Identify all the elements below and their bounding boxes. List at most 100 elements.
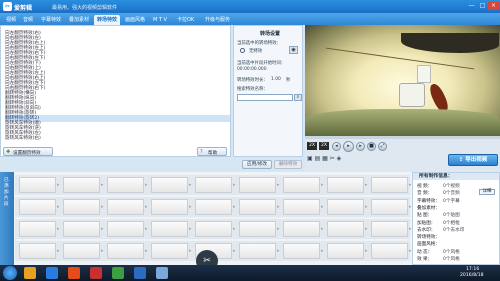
clip-slot[interactable]	[151, 243, 188, 259]
tab-karaoke[interactable]: 卡拉OK	[174, 15, 197, 25]
clip-slot[interactable]	[371, 177, 408, 193]
clip-slot[interactable]	[151, 221, 188, 237]
delete-effect-button[interactable]: 删除特效	[274, 160, 302, 169]
clip-slot[interactable]	[327, 199, 364, 215]
tab-audio[interactable]: 音频	[20, 15, 36, 25]
clip-slot[interactable]	[151, 199, 188, 215]
firefox-icon[interactable]	[68, 267, 80, 279]
forward-icon[interactable]: ▸	[356, 142, 365, 151]
minimize-button[interactable]: —	[466, 2, 477, 10]
tab-video[interactable]: 视频	[3, 15, 19, 25]
clip-slot[interactable]	[151, 177, 188, 193]
tab-subtitle-effects[interactable]: 字幕特效	[38, 15, 64, 25]
rewind-icon[interactable]: ◂	[332, 142, 341, 151]
clip-slot[interactable]	[63, 177, 100, 193]
close-button[interactable]: ×	[488, 2, 499, 10]
arrow-right-icon: ▸	[57, 226, 60, 232]
tab-upgrade[interactable]: 升级与服务	[202, 15, 233, 25]
shirt	[399, 83, 425, 107]
start-button-icon[interactable]	[3, 266, 17, 280]
clip-slot[interactable]	[19, 177, 56, 193]
clip-slot[interactable]	[283, 177, 320, 193]
clip-slot[interactable]	[327, 243, 364, 259]
export-icon: ⇪	[458, 157, 464, 163]
clip-slot[interactable]	[239, 221, 276, 237]
tab-overlay[interactable]: 叠加素材	[66, 15, 92, 25]
selected-effect-value: 无特效	[249, 49, 263, 54]
play-icon[interactable]: ▸	[343, 141, 354, 152]
clip-slot[interactable]	[63, 243, 100, 259]
clip-slot[interactable]	[19, 221, 56, 237]
arrow-right-icon: ▸	[57, 248, 60, 254]
player-controls: 2X 2X ◂ ▸ ▸ ■ ⤢ ▣ ▤ ▦ ✂ ◈ ⇪ 导出视频	[305, 139, 500, 172]
timeline-side-tab[interactable]: 已添加片段	[0, 172, 14, 265]
tab-transitions[interactable]: 转场特效	[94, 15, 121, 25]
clip-slot[interactable]	[371, 221, 408, 237]
duration-value[interactable]: 1.00	[271, 77, 281, 82]
timeline-row: ▸ ▸ ▸ ▸ ▸ ▸ ▸ ▸ ▸	[15, 175, 412, 195]
clip-slot[interactable]	[107, 199, 144, 215]
no-effect-radio[interactable]	[240, 48, 245, 53]
clip-slot[interactable]	[283, 243, 320, 259]
detail-button[interactable]: 详细	[479, 189, 495, 196]
clip-slot[interactable]	[239, 243, 276, 259]
arrow-right-icon: ▸	[189, 248, 192, 254]
browser-icon[interactable]	[46, 267, 58, 279]
info-label: 画面风格：	[417, 242, 440, 248]
clock-time: 17:16	[466, 267, 480, 272]
settings-title: 转场设置	[260, 31, 281, 37]
clip-slot[interactable]	[283, 199, 320, 215]
search-label: 搜索特效名称：	[237, 87, 268, 92]
add-transition-label: 设置翻页特效	[13, 151, 41, 156]
info-value: 0个字幕	[443, 198, 460, 204]
info-value: 0个音频	[443, 191, 460, 197]
aijianji-icon[interactable]	[156, 267, 168, 279]
arrow-right-icon: ▸	[101, 204, 104, 210]
maximize-button[interactable]: □	[477, 2, 488, 10]
app-icon[interactable]	[134, 267, 146, 279]
selected-effect-label: 当前选中的转场特效：	[237, 41, 281, 46]
clip-slot[interactable]	[63, 221, 100, 237]
apply-button[interactable]: 应用/修改	[242, 160, 272, 169]
clip-slot[interactable]	[107, 177, 144, 193]
add-transition-button[interactable]: ✚ 设置翻页特效	[3, 147, 53, 156]
search-icon[interactable]: ⌕	[294, 94, 302, 101]
preview-eye-icon[interactable]: ◉	[289, 46, 298, 54]
clip-slot[interactable]	[107, 221, 144, 237]
clip-slot[interactable]	[327, 177, 364, 193]
fullscreen-icon[interactable]: ⤢	[378, 142, 387, 151]
clip-slot[interactable]	[195, 177, 232, 193]
transition-item[interactable]: 旋转风车特效(右)	[5, 135, 230, 142]
duration-unit: 秒	[286, 78, 291, 83]
zoom-level[interactable]: 2X	[307, 142, 317, 150]
clip-slot[interactable]	[283, 221, 320, 237]
stop-icon[interactable]: ■	[367, 142, 376, 151]
info-value: 0个风格	[443, 257, 460, 262]
clip-slot[interactable]	[327, 221, 364, 237]
clip-slot[interactable]	[239, 177, 276, 193]
clip-slot[interactable]	[63, 199, 100, 215]
arrow-right-icon: ▸	[365, 182, 368, 188]
help-button[interactable]: ? 帮助	[197, 147, 227, 156]
chat-icon[interactable]	[112, 267, 124, 279]
clip-slot[interactable]	[195, 199, 232, 215]
clip-slot[interactable]	[19, 243, 56, 259]
media-player-icon[interactable]	[90, 267, 102, 279]
added-clips-label: 已添加片段	[4, 178, 9, 207]
toolbar-icons[interactable]: ▣ ▤ ▦ ✂ ◈	[307, 155, 341, 162]
clip-slot[interactable]	[239, 199, 276, 215]
clip-slot[interactable]	[371, 199, 408, 215]
clock-date: 2016/8/18	[460, 273, 484, 278]
clip-slot[interactable]	[107, 243, 144, 259]
arrow-right-icon: ▸	[277, 226, 280, 232]
clip-slot[interactable]	[371, 243, 408, 259]
export-video-button[interactable]: ⇪ 导出视频	[448, 154, 498, 166]
tab-mtv[interactable]: M T V	[150, 15, 170, 25]
tab-picture-style[interactable]: 画面风格	[122, 15, 148, 25]
arrow-right-icon: ▸	[321, 226, 324, 232]
clip-slot[interactable]	[19, 199, 56, 215]
clip-slot[interactable]	[195, 221, 232, 237]
speed-level[interactable]: 2X	[319, 142, 329, 150]
search-input[interactable]	[237, 94, 293, 101]
file-manager-icon[interactable]	[24, 267, 36, 279]
